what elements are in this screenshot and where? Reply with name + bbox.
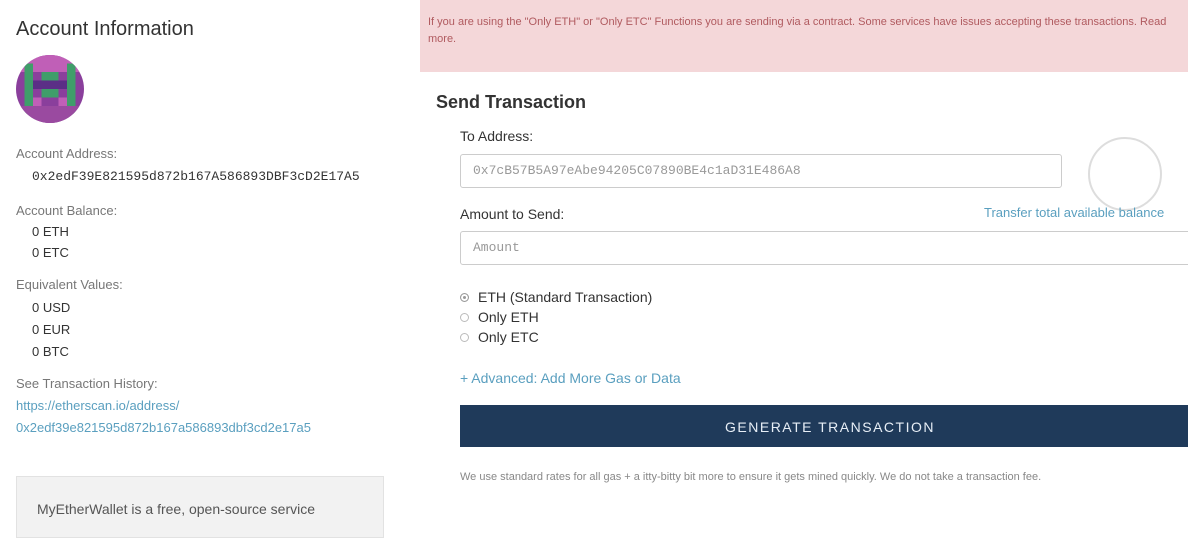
equivalent-btc: 0 BTC (32, 344, 69, 359)
equivalent-usd: 0 USD (32, 300, 71, 315)
account-title: Account Information (16, 18, 194, 40)
send-transaction-title: Send Transaction (436, 92, 587, 112)
generate-transaction-button[interactable]: GENERATE TRANSACTION (460, 405, 1188, 447)
account-address-label: Account Address: (16, 146, 118, 161)
radio-only-etc[interactable]: Only ETC (460, 329, 539, 345)
address-identicon-placeholder (1088, 137, 1162, 211)
warning-alert: If you are using the "Only ETH" or "Only… (420, 0, 1188, 72)
equivalent-eur: 0 EUR (32, 322, 71, 337)
radio-unchecked-icon[interactable] (460, 332, 469, 342)
info-box: MyEtherWallet is a free, open-source ser… (16, 476, 384, 538)
transaction-history-label: See Transaction History: (16, 376, 158, 391)
transfer-total-balance-link[interactable]: Transfer total available balance (984, 205, 1164, 220)
account-address: 0x2edF39E821595d872b167A586893DBF3cD2E17… (32, 169, 360, 184)
etherscan-link-line1[interactable]: https://etherscan.io/address/ (16, 398, 179, 413)
info-box-text: MyEtherWallet is a free, open-source ser… (37, 501, 316, 517)
advanced-gas-data-link[interactable]: + Advanced: Add More Gas or Data (460, 370, 681, 386)
account-balance-label: Account Balance: (16, 203, 118, 218)
amount-input[interactable]: Amount (460, 231, 1188, 265)
radio-only-eth-label: Only ETH (478, 309, 539, 325)
radio-eth-standard[interactable]: ETH (Standard Transaction) (460, 289, 652, 305)
fee-note: We use standard rates for all gas + a it… (460, 471, 1042, 483)
radio-checked-icon[interactable] (460, 292, 469, 302)
radio-only-eth[interactable]: Only ETH (460, 309, 539, 325)
to-address-label: To Address: (460, 128, 534, 144)
identicon-avatar (16, 55, 84, 123)
balance-etc: 0 ETC (32, 245, 69, 260)
radio-only-etc-label: Only ETC (478, 329, 539, 345)
radio-eth-standard-label: ETH (Standard Transaction) (478, 289, 653, 305)
equivalent-values-label: Equivalent Values: (16, 277, 123, 292)
to-address-input[interactable]: 0x7cB57B5A97eAbe94205C07890BE4c1aD31E486… (460, 154, 1062, 188)
etherscan-link-line2[interactable]: 0x2edf39e821595d872b167a586893dbf3cd2e17… (16, 420, 311, 435)
amount-label: Amount to Send: (460, 206, 565, 222)
balance-eth: 0 ETH (32, 224, 69, 239)
radio-unchecked-icon[interactable] (460, 312, 469, 322)
